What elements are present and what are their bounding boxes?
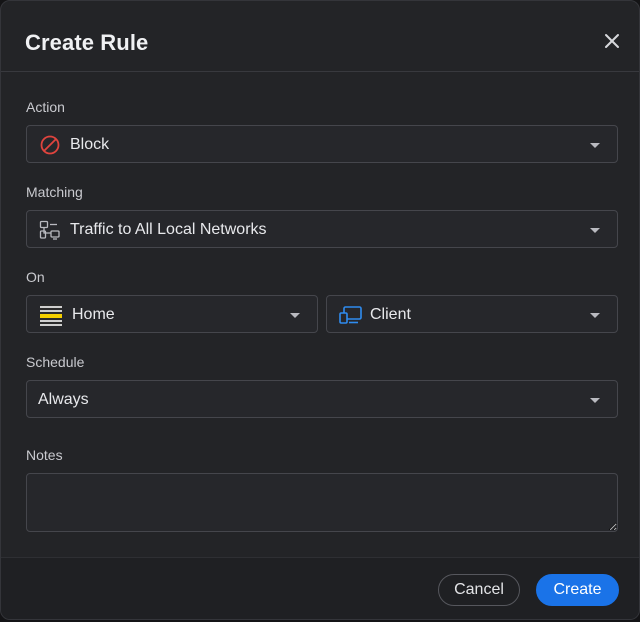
action-value: Block <box>70 136 110 153</box>
notes-textarea[interactable] <box>26 473 618 532</box>
chevron-down-icon <box>290 313 300 318</box>
matching-select[interactable]: Traffic to All Local Networks <box>26 210 618 248</box>
local-networks-icon <box>39 220 60 240</box>
target-value: Client <box>370 306 411 323</box>
close-button[interactable] <box>599 28 625 54</box>
chevron-down-icon <box>590 143 600 148</box>
chevron-down-icon <box>590 398 600 403</box>
dialog-footer: Cancel Create <box>1 557 639 619</box>
dialog-header: Create Rule <box>1 1 639 72</box>
target-select[interactable]: Client <box>326 295 618 333</box>
network-select[interactable]: Home <box>26 295 318 333</box>
client-devices-icon <box>339 306 362 324</box>
network-flag-icon <box>40 304 62 326</box>
cancel-button[interactable]: Cancel <box>438 574 520 606</box>
dialog-title: Create Rule <box>25 30 149 55</box>
on-label: On <box>26 269 45 285</box>
schedule-value: Always <box>38 391 89 408</box>
create-button[interactable]: Create <box>536 574 619 606</box>
network-value: Home <box>72 306 115 323</box>
schedule-select[interactable]: Always <box>26 380 618 418</box>
notes-label: Notes <box>26 447 63 463</box>
matching-label: Matching <box>26 184 83 200</box>
action-select[interactable]: Block <box>26 125 618 163</box>
block-icon <box>40 135 60 155</box>
create-rule-dialog: Create Rule Action Block Matching Traffi… <box>0 0 640 620</box>
chevron-down-icon <box>590 313 600 318</box>
chevron-down-icon <box>590 228 600 233</box>
schedule-label: Schedule <box>26 354 85 370</box>
action-label: Action <box>26 99 65 115</box>
close-icon <box>605 34 619 48</box>
matching-value: Traffic to All Local Networks <box>70 221 267 238</box>
